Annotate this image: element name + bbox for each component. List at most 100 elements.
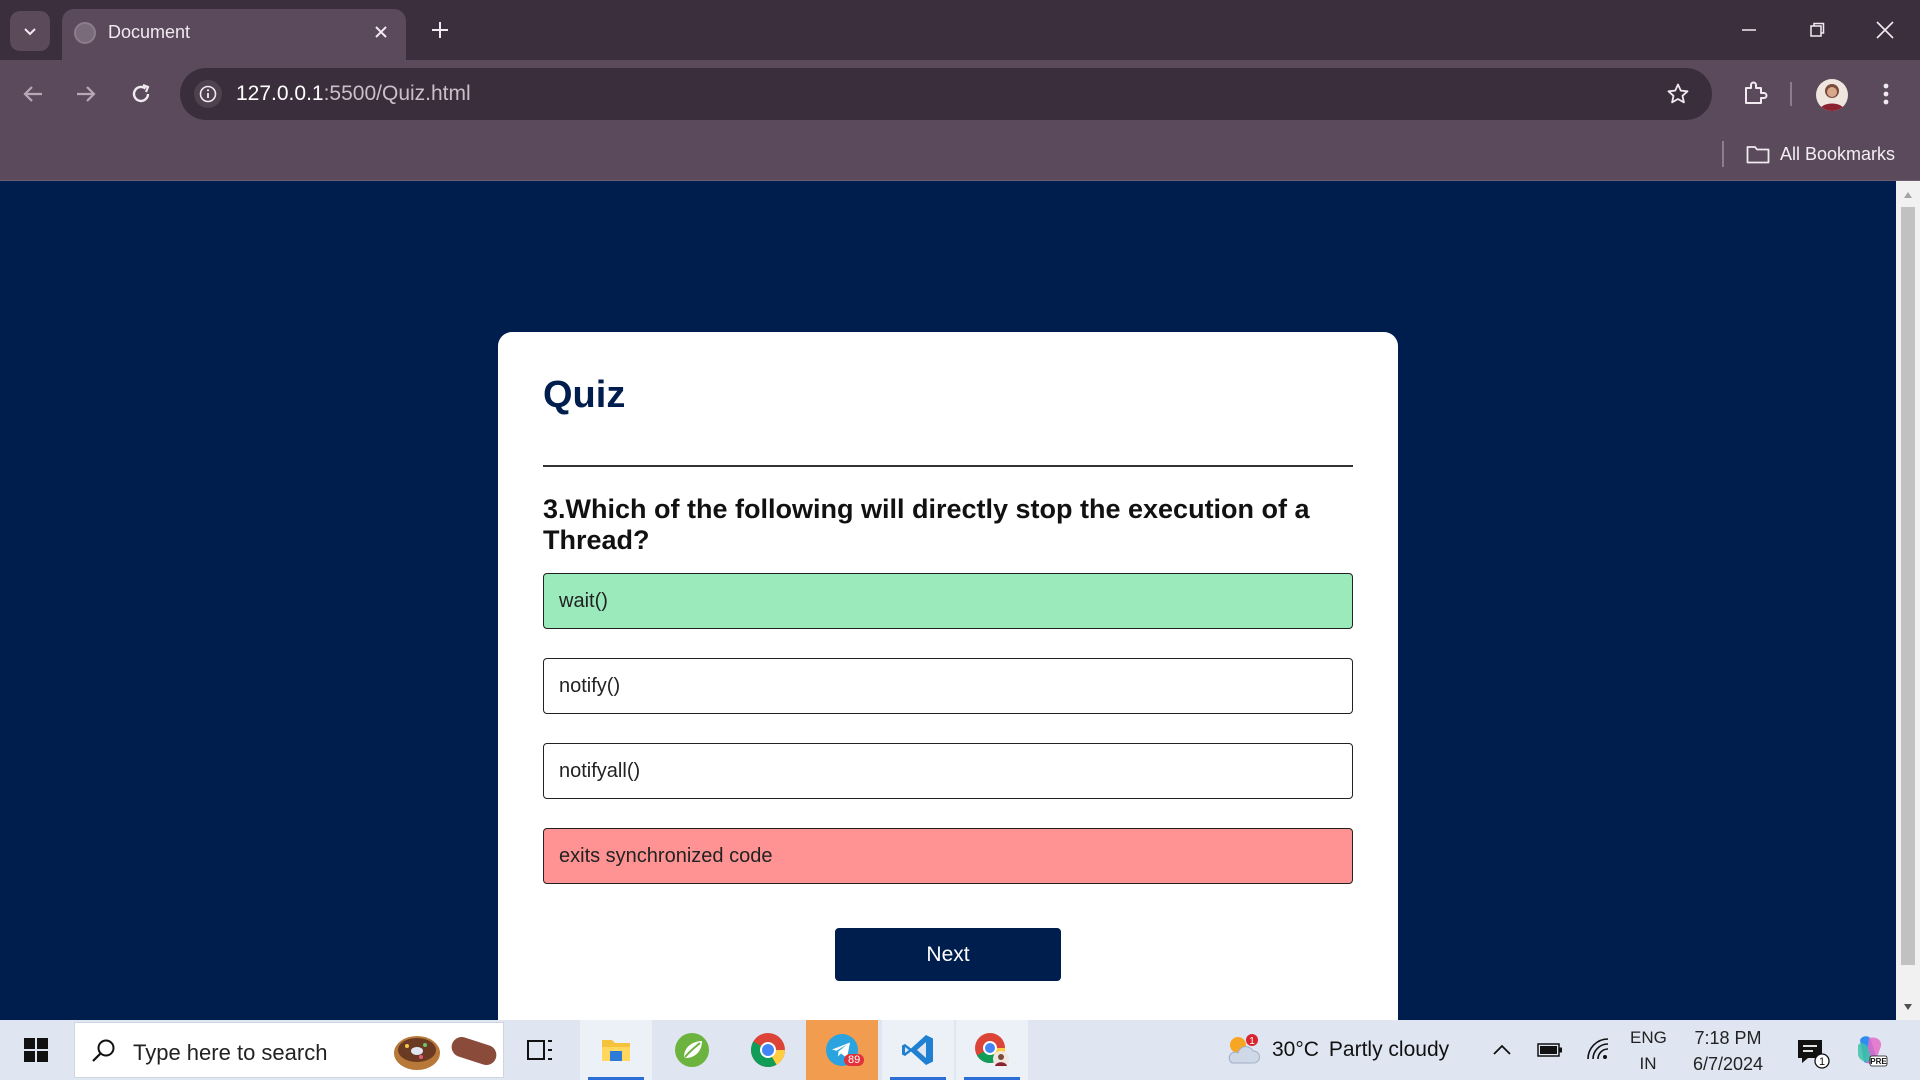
star-icon: [1667, 83, 1689, 104]
wifi-icon: [1587, 1038, 1609, 1060]
notification-center-icon[interactable]: 1: [1794, 1034, 1830, 1070]
weather-alert-badge: 1: [1249, 1036, 1255, 1047]
battery-tray[interactable]: [1536, 1036, 1564, 1064]
spring-tools-app[interactable]: [656, 1020, 728, 1080]
windows-logo-icon: [24, 1038, 48, 1062]
minimize-icon: [1742, 29, 1756, 31]
restore-icon: [1810, 22, 1825, 37]
triangle-up-icon: [1904, 192, 1912, 198]
answer-option[interactable]: notifyall(): [543, 743, 1353, 799]
avatar-icon: [1819, 84, 1845, 111]
vscode-app[interactable]: [882, 1020, 954, 1080]
telegram-app[interactable]: 89: [806, 1020, 878, 1080]
language-code: ENG: [1630, 1028, 1667, 1047]
page-viewport: Quiz 3.Which of the following will direc…: [0, 181, 1896, 1020]
folder-icon: [602, 1040, 630, 1061]
quiz-title: Quiz: [543, 374, 626, 416]
all-bookmarks-button[interactable]: All Bookmarks: [1746, 138, 1895, 170]
new-tab-button[interactable]: [424, 14, 456, 46]
triangle-down-icon: [1904, 1004, 1912, 1010]
arrow-right-icon: [77, 86, 96, 102]
tab-close-button[interactable]: [368, 19, 394, 45]
address-bar[interactable]: 127.0.0.1:5500/Quiz.html: [180, 68, 1712, 120]
clock-time: 7:18 PM: [1694, 1028, 1762, 1048]
region-code: IN: [1639, 1054, 1657, 1073]
copilot-icon[interactable]: PRE: [1852, 1032, 1888, 1068]
close-icon: [375, 26, 387, 38]
weather-widget[interactable]: 1 30°C Partly cloudy: [1224, 1032, 1449, 1068]
answer-option[interactable]: exits synchronized code: [543, 828, 1353, 884]
globe-icon: [74, 22, 96, 44]
site-info-icon[interactable]: [194, 80, 222, 108]
reload-icon: [132, 83, 150, 103]
browser-tab-strip: Document: [0, 0, 1920, 60]
tab-search-button[interactable]: [10, 11, 50, 51]
forward-button[interactable]: [66, 74, 106, 114]
answer-option[interactable]: wait(): [543, 573, 1353, 629]
bookmark-star-button[interactable]: [1664, 80, 1692, 108]
answer-option[interactable]: notify(): [543, 658, 1353, 714]
all-bookmarks-label: All Bookmarks: [1780, 143, 1896, 164]
clock-date: 6/7/2024: [1692, 1054, 1764, 1074]
input-language[interactable]: ENG IN: [1630, 1025, 1667, 1077]
minimize-button[interactable]: [1724, 10, 1774, 50]
active-tab[interactable]: Document: [62, 9, 406, 60]
file-explorer-app[interactable]: [580, 1020, 652, 1080]
search-placeholder: Type here to search: [133, 1040, 328, 1065]
browser-menu-button[interactable]: [1872, 76, 1900, 112]
search-icon: [92, 1039, 115, 1062]
chrome-icon: [751, 1033, 785, 1067]
title-divider: [543, 465, 1353, 467]
taskbar-search[interactable]: Type here to search: [74, 1022, 504, 1078]
quiz-card: Quiz 3.Which of the following will direc…: [498, 332, 1398, 1020]
weather-temperature: 30°C: [1272, 1038, 1319, 1061]
question-text: 3.Which of the following will directly s…: [543, 494, 1310, 555]
scroll-up-arrow[interactable]: [1902, 189, 1914, 201]
back-button[interactable]: [13, 74, 53, 114]
svg-text:PRE: PRE: [1870, 1057, 1887, 1066]
task-view-icon: [527, 1040, 552, 1060]
spring-leaf-icon: [675, 1033, 709, 1067]
chrome-app[interactable]: [732, 1020, 804, 1080]
partly-cloudy-icon: 1: [1228, 1034, 1260, 1064]
start-button[interactable]: [0, 1020, 72, 1080]
show-hidden-icons-button[interactable]: [1488, 1036, 1516, 1064]
weather-description: Partly cloudy: [1328, 1038, 1450, 1061]
extensions-button[interactable]: [1737, 75, 1773, 111]
url-host: 127.0.0.1: [236, 82, 324, 105]
battery-icon: [1537, 1043, 1562, 1057]
bookmarks-bar: All Bookmarks: [0, 127, 1920, 181]
task-view-button[interactable]: [504, 1020, 576, 1080]
close-icon: [1876, 21, 1894, 39]
url-path: :5500/Quiz.html: [323, 82, 471, 105]
answer-list: wait() notify() notifyall() exits synchr…: [543, 573, 1353, 913]
folder-icon: [1746, 146, 1770, 164]
chrome-profile-app[interactable]: [956, 1020, 1028, 1080]
profile-avatar[interactable]: [1816, 79, 1848, 111]
toolbar-divider: [1790, 82, 1792, 106]
notification-count: 1: [1819, 1056, 1825, 1068]
bookmarks-divider: [1722, 141, 1724, 167]
next-button[interactable]: Next: [835, 928, 1061, 981]
arrow-left-icon: [23, 86, 42, 102]
tab-title: Document: [108, 22, 191, 42]
chevron-up-icon: [1493, 1044, 1511, 1055]
close-window-button[interactable]: [1860, 10, 1910, 50]
scrollbar-thumb[interactable]: [1901, 207, 1915, 965]
reload-button[interactable]: [121, 74, 161, 114]
network-tray[interactable]: [1584, 1036, 1612, 1064]
puzzle-icon: [1745, 81, 1768, 104]
plus-icon: [432, 22, 448, 38]
page-scrollbar[interactable]: [1896, 181, 1920, 1020]
more-vertical-icon: [1883, 83, 1889, 105]
restore-button[interactable]: [1792, 10, 1842, 50]
vscode-icon: [902, 1035, 933, 1065]
telegram-unread-badge: 89: [844, 1054, 865, 1066]
search-highlight-donut-icon: [394, 1036, 497, 1070]
chrome-profile-icon: [975, 1033, 1009, 1067]
info-icon: [199, 85, 217, 103]
system-clock[interactable]: 7:18 PM 6/7/2024: [1684, 1025, 1772, 1077]
chevron-down-icon: [24, 28, 36, 36]
url-text: 127.0.0.1:5500/Quiz.html: [236, 82, 471, 106]
scroll-down-arrow[interactable]: [1902, 1001, 1914, 1013]
